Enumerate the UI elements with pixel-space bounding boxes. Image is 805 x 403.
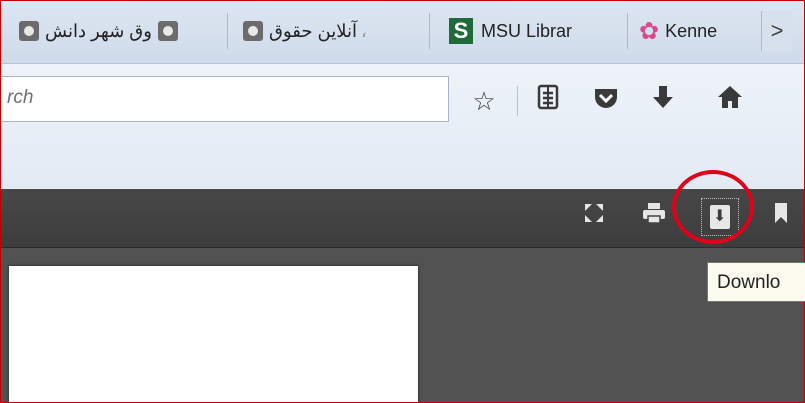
pocket-icon[interactable] [589, 84, 623, 118]
search-input[interactable] [5, 77, 439, 119]
site-favicon-icon [157, 21, 178, 41]
downloads-icon[interactable] [646, 84, 680, 118]
print-icon[interactable] [638, 201, 670, 233]
bookmark-icon[interactable] [765, 201, 797, 233]
bookmark-label: Kenne [665, 20, 718, 41]
site-favicon-icon [19, 21, 39, 41]
bookmark-item-2[interactable]: آنلاین حقوق ، [237, 11, 417, 51]
site-favicon-icon [243, 21, 263, 41]
fullscreen-icon[interactable] [578, 201, 610, 233]
bookmark-separator [227, 13, 228, 49]
bookmark-item-msu[interactable]: S MSU Librar [449, 11, 614, 51]
home-icon[interactable] [713, 84, 747, 118]
toolbar-separator [517, 86, 518, 116]
more-bookmarks-button[interactable]: > [761, 11, 792, 51]
pdf-page [9, 266, 418, 402]
bookmark-item-1[interactable]: وق شهر دانش [13, 11, 218, 51]
download-tooltip: Downlo [707, 262, 805, 302]
bookmark-star-icon[interactable]: ☆ [467, 84, 501, 118]
bookmark-label: MSU Librar [481, 20, 573, 41]
bookmark-item-kenne[interactable]: ✿ Kenne [639, 11, 757, 51]
search-box[interactable] [1, 76, 449, 122]
bookmark-separator [627, 13, 628, 49]
kenne-flower-logo-icon: ✿ [639, 17, 660, 45]
bookmark-label: آنلاین حقوق [269, 20, 357, 41]
pdf-viewer-content [1, 248, 804, 402]
bookmark-separator [429, 13, 430, 49]
nav-toolbar: ☆ [1, 64, 804, 188]
bookmark-label: وق شهر دانش [45, 20, 152, 41]
reading-list-icon[interactable] [531, 84, 565, 118]
bookmarks-toolbar: وق شهر دانش آنلاین حقوق ، S MSU Librar ✿… [1, 1, 804, 64]
bookmark-label-prefix: ، [360, 20, 367, 41]
msu-s-logo-icon: S [449, 18, 473, 44]
highlight-circle-annotation [672, 170, 754, 244]
